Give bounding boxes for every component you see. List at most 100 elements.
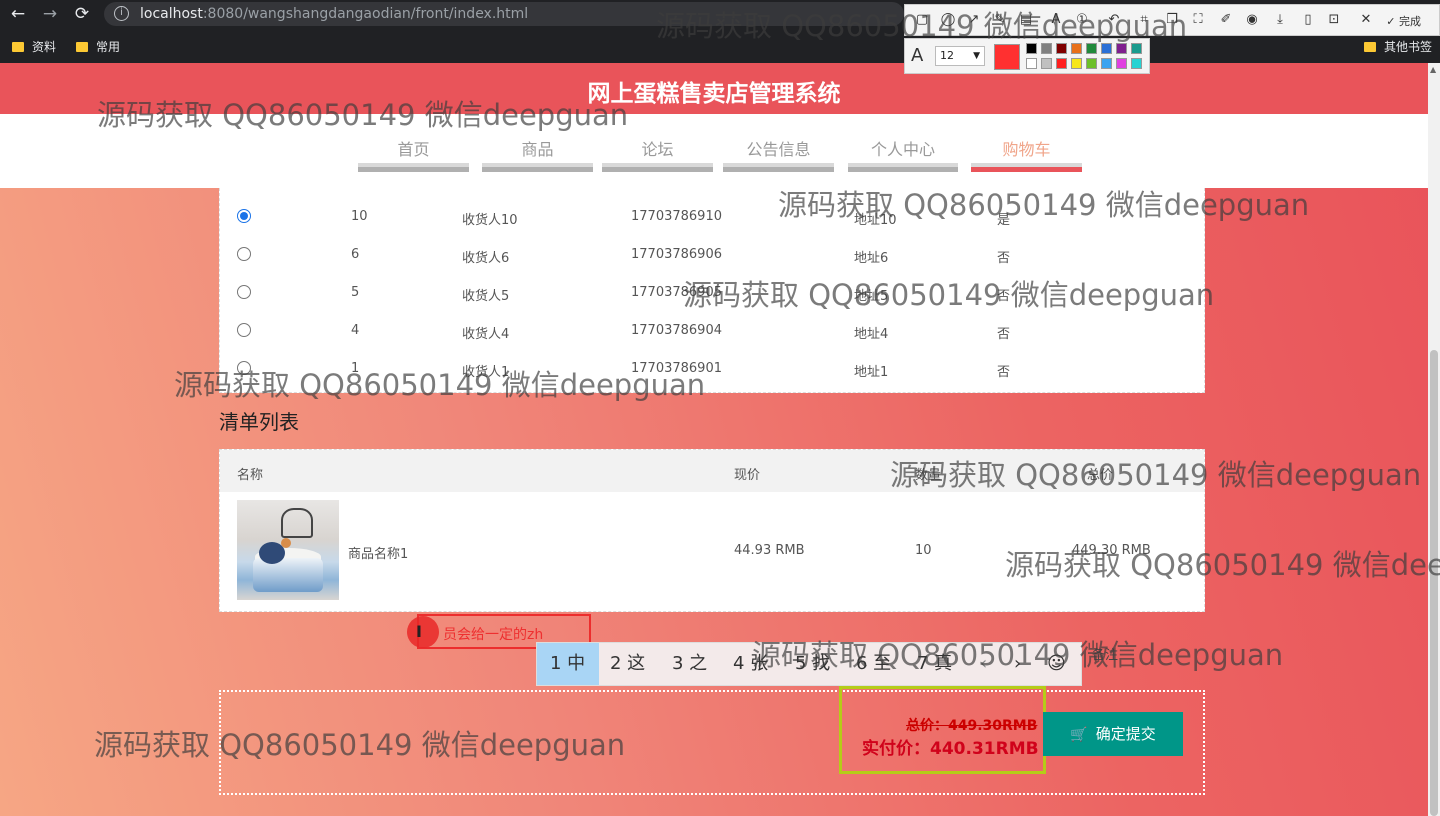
undo-icon[interactable]: ↶ [1106, 12, 1122, 28]
reload-icon[interactable]: ⟳ [72, 4, 92, 24]
pen-icon[interactable]: ✎ [992, 12, 1008, 28]
product-qty: 10 [915, 543, 932, 558]
color-swatch[interactable] [1041, 58, 1052, 69]
scrollbar-thumb[interactable] [1430, 350, 1438, 816]
color-swatch[interactable] [1131, 58, 1142, 69]
color-swatch[interactable] [1086, 43, 1097, 54]
annotation-toolbar: ▢ ◯ ↗ ✎ ▤ A ① ↶ ⌗ ❐ ⛶ ✐ ◉ ⤓ ▯ ⊡ ✕ ✓ 完成 [904, 4, 1440, 36]
site-header: 网上蛋糕售卖店管理系统 [0, 63, 1428, 114]
ime-candidate[interactable]: 7 真 [917, 643, 952, 685]
cart-icon: 🛒 [1070, 727, 1088, 743]
pin-icon[interactable]: ✐ [1218, 12, 1234, 28]
product-total: 449.30 RMB [1072, 543, 1151, 558]
bookmark-folder-1[interactable]: 资料 [12, 38, 56, 55]
goods-table: 名称 现价 数量 总价 商品名称1 44.93 RMB 10 449.30 RM… [219, 449, 1205, 612]
forward-icon[interactable]: → [40, 4, 60, 24]
address-radio[interactable] [237, 247, 251, 261]
color-swatch[interactable] [1086, 58, 1097, 69]
address-name: 收货人6 [462, 251, 510, 266]
color-swatch[interactable] [1056, 43, 1067, 54]
emoji-icon[interactable]: ☺ [1047, 643, 1066, 685]
address-row[interactable]: 1 收货人1 17703786901 地址1 否 [220, 350, 1204, 388]
list-title: 清单列表 [219, 410, 299, 434]
address-bar[interactable]: i localhost:8080/wangshangdangaodian/fro… [104, 2, 904, 26]
color-palette [1026, 43, 1146, 71]
address-radio[interactable] [237, 285, 251, 299]
marker-icon[interactable]: ▤ [1018, 12, 1034, 28]
address-text: 地址1 [854, 365, 889, 380]
blur-icon[interactable]: ⛶ [1190, 12, 1206, 28]
address-default: 否 [997, 251, 1011, 266]
bookmark-icon[interactable]: ⊡ [1326, 12, 1342, 28]
bookmark-folder-other[interactable]: 其他书签 [1364, 38, 1432, 55]
crop-icon[interactable]: ⌗ [1136, 12, 1152, 28]
nav-home[interactable]: 首页 [358, 136, 469, 176]
color-swatch[interactable] [1101, 43, 1112, 54]
header-qty: 数量 [915, 468, 942, 483]
nav-notices[interactable]: 公告信息 [723, 136, 834, 176]
nav-profile[interactable]: 个人中心 [848, 136, 958, 176]
address-radio[interactable] [237, 323, 251, 337]
done-button[interactable]: ✓ 完成 [1386, 13, 1421, 29]
nav-forum[interactable]: 论坛 [602, 136, 713, 176]
total-price: 总价：449.30RMB [906, 718, 1038, 734]
bookmark-folder-2[interactable]: 常用 [76, 38, 120, 55]
ime-candidate[interactable]: 4 张 [733, 643, 768, 685]
ime-candidate[interactable]: 3 之 [672, 643, 707, 685]
arrow-icon[interactable]: ↗ [966, 12, 982, 28]
nav-cart[interactable]: 购物车 [971, 136, 1082, 176]
address-name: 收货人4 [462, 327, 510, 342]
number-icon[interactable]: ① [1074, 12, 1090, 28]
color-swatch[interactable] [1041, 43, 1052, 54]
download-icon[interactable]: ⤓ [1272, 12, 1288, 28]
address-radio[interactable] [237, 361, 251, 375]
font-size-select[interactable]: 12 ▼ [935, 46, 985, 66]
nav-products[interactable]: 商品 [482, 136, 593, 176]
back-icon[interactable]: ← [8, 4, 28, 24]
product-image[interactable] [237, 500, 339, 600]
color-swatch[interactable] [1026, 58, 1037, 69]
submit-button[interactable]: 🛒 确定提交 [1043, 712, 1183, 756]
record-icon[interactable]: ◉ [1244, 12, 1260, 28]
color-swatch[interactable] [1116, 43, 1127, 54]
color-swatch[interactable] [1071, 58, 1082, 69]
header-price: 现价 [734, 468, 761, 483]
text-cursor-icon: I [407, 616, 439, 648]
header-total: 总价 [1087, 468, 1114, 483]
current-color-swatch[interactable] [994, 44, 1020, 70]
copy-icon[interactable]: ❐ [1164, 12, 1180, 28]
color-swatch[interactable] [1026, 43, 1037, 54]
address-row[interactable]: 4 收货人4 17703786904 地址4 否 [220, 312, 1204, 350]
color-swatch[interactable] [1131, 43, 1142, 54]
remark-label: 备注 [1092, 648, 1119, 663]
color-swatch[interactable] [1116, 58, 1127, 69]
text-icon[interactable]: A [1048, 12, 1064, 28]
address-id: 1 [351, 361, 360, 376]
url-text[interactable]: localhost:8080/wangshangdangaodian/front… [140, 6, 528, 22]
ime-candidate[interactable]: 6 至 [856, 643, 891, 685]
ime-next-icon[interactable]: › [1014, 643, 1021, 685]
address-row[interactable]: 6 收货人6 17703786906 地址6 否 [220, 236, 1204, 274]
page-content: 网上蛋糕售卖店管理系统 首页 商品 论坛 公告信息 个人中心 购物车 10 收货… [0, 63, 1428, 816]
ime-candidate[interactable]: 1 中 [537, 643, 599, 685]
address-row[interactable]: 10 收货人10 17703786910 地址10 是 [220, 198, 1204, 236]
scroll-up-icon[interactable]: ▲ [1430, 65, 1436, 74]
info-icon[interactable]: i [114, 6, 129, 21]
color-swatch[interactable] [1056, 58, 1067, 69]
ime-candidate[interactable]: 2 这 [610, 643, 645, 685]
color-swatch[interactable] [1071, 43, 1082, 54]
close-icon[interactable]: ✕ [1358, 12, 1374, 28]
address-row[interactable]: 5 收货人5 17703786905 地址5 否 [220, 274, 1204, 312]
address-default: 否 [997, 365, 1011, 380]
phone-icon[interactable]: ▯ [1300, 12, 1316, 28]
ellipse-icon[interactable]: ◯ [940, 12, 956, 28]
address-default: 是 [997, 213, 1011, 228]
ime-prev-icon[interactable]: ‹ [980, 643, 987, 685]
page-scrollbar[interactable]: ▲ [1428, 63, 1440, 816]
address-phone: 17703786906 [631, 247, 722, 262]
color-swatch[interactable] [1101, 58, 1112, 69]
rect-icon[interactable]: ▢ [914, 12, 930, 28]
table-row: 商品名称1 44.93 RMB 10 449.30 RMB [220, 492, 1204, 613]
address-radio[interactable] [237, 209, 251, 223]
ime-candidate[interactable]: 5 找 [795, 643, 830, 685]
